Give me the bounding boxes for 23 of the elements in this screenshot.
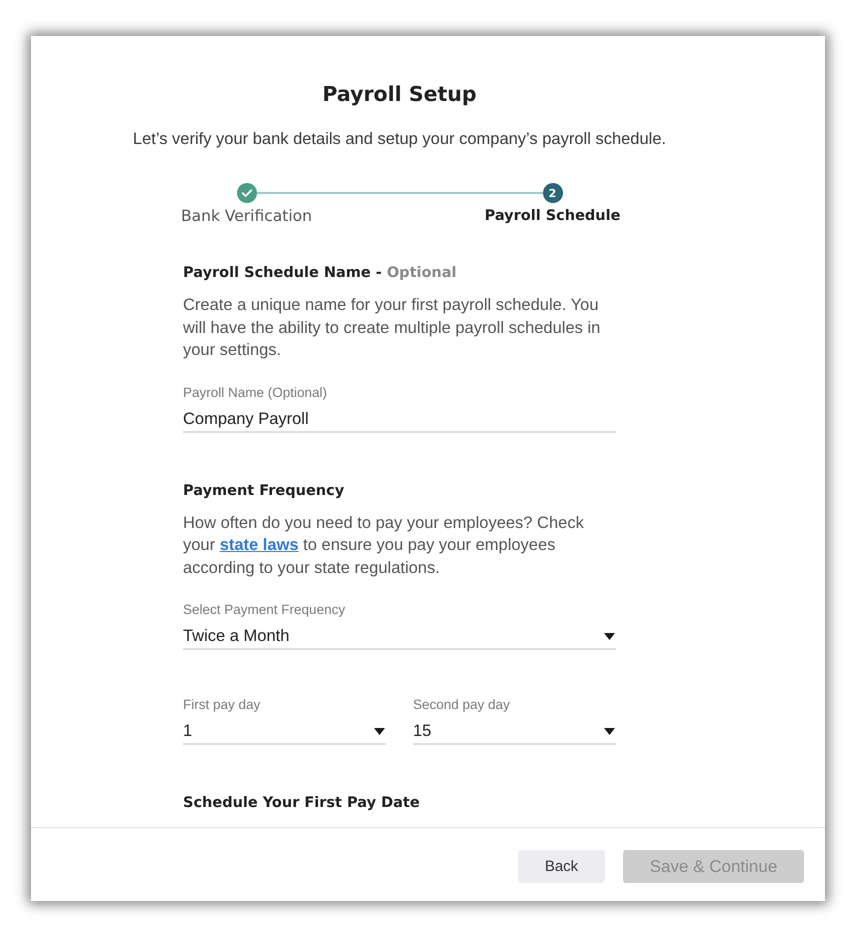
field-label: Select Payment Frequency: [183, 601, 346, 619]
step-number: 2: [542, 183, 562, 203]
step-label: Bank Verification: [180, 206, 313, 226]
section-description: How often do you need to pay your employees? Check your state laws to ensure you pay your employees according to your state regulations.: [183, 512, 585, 578]
state-laws-link[interactable]: state laws: [220, 536, 299, 554]
caret-icon: [374, 728, 385, 734]
text-field[interactable]: Company Payroll: [183, 408, 616, 432]
step-label: Payroll Schedule: [484, 207, 622, 226]
dialog-subtitle: Let’s verify your bank details and setup your company’s payroll schedule.: [132, 129, 666, 150]
section-description: Create a unique name for your first payroll schedule. You will have the ability to create multiple payroll schedules in your settings.: [183, 295, 602, 361]
caret-icon: [604, 632, 615, 640]
dropdown-field[interactable]: 15: [413, 720, 616, 745]
dropdown-field[interactable]: 1: [183, 720, 386, 745]
back-button[interactable]: Back: [518, 850, 605, 883]
dropdown-field[interactable]: Twice a Month: [183, 625, 616, 650]
field-label: Second pay day: [413, 696, 511, 714]
section-heading: Payroll Schedule Name - Optional: [183, 264, 458, 283]
caret-icon: [604, 728, 615, 734]
field-label: First pay day: [183, 696, 262, 714]
dialog-title: Payroll Setup: [322, 81, 477, 107]
section-heading: Schedule Your First Pay Date: [183, 794, 421, 813]
field-label: Payroll Name (Optional): [183, 384, 328, 402]
section-heading: Payment Frequency: [183, 482, 346, 500]
